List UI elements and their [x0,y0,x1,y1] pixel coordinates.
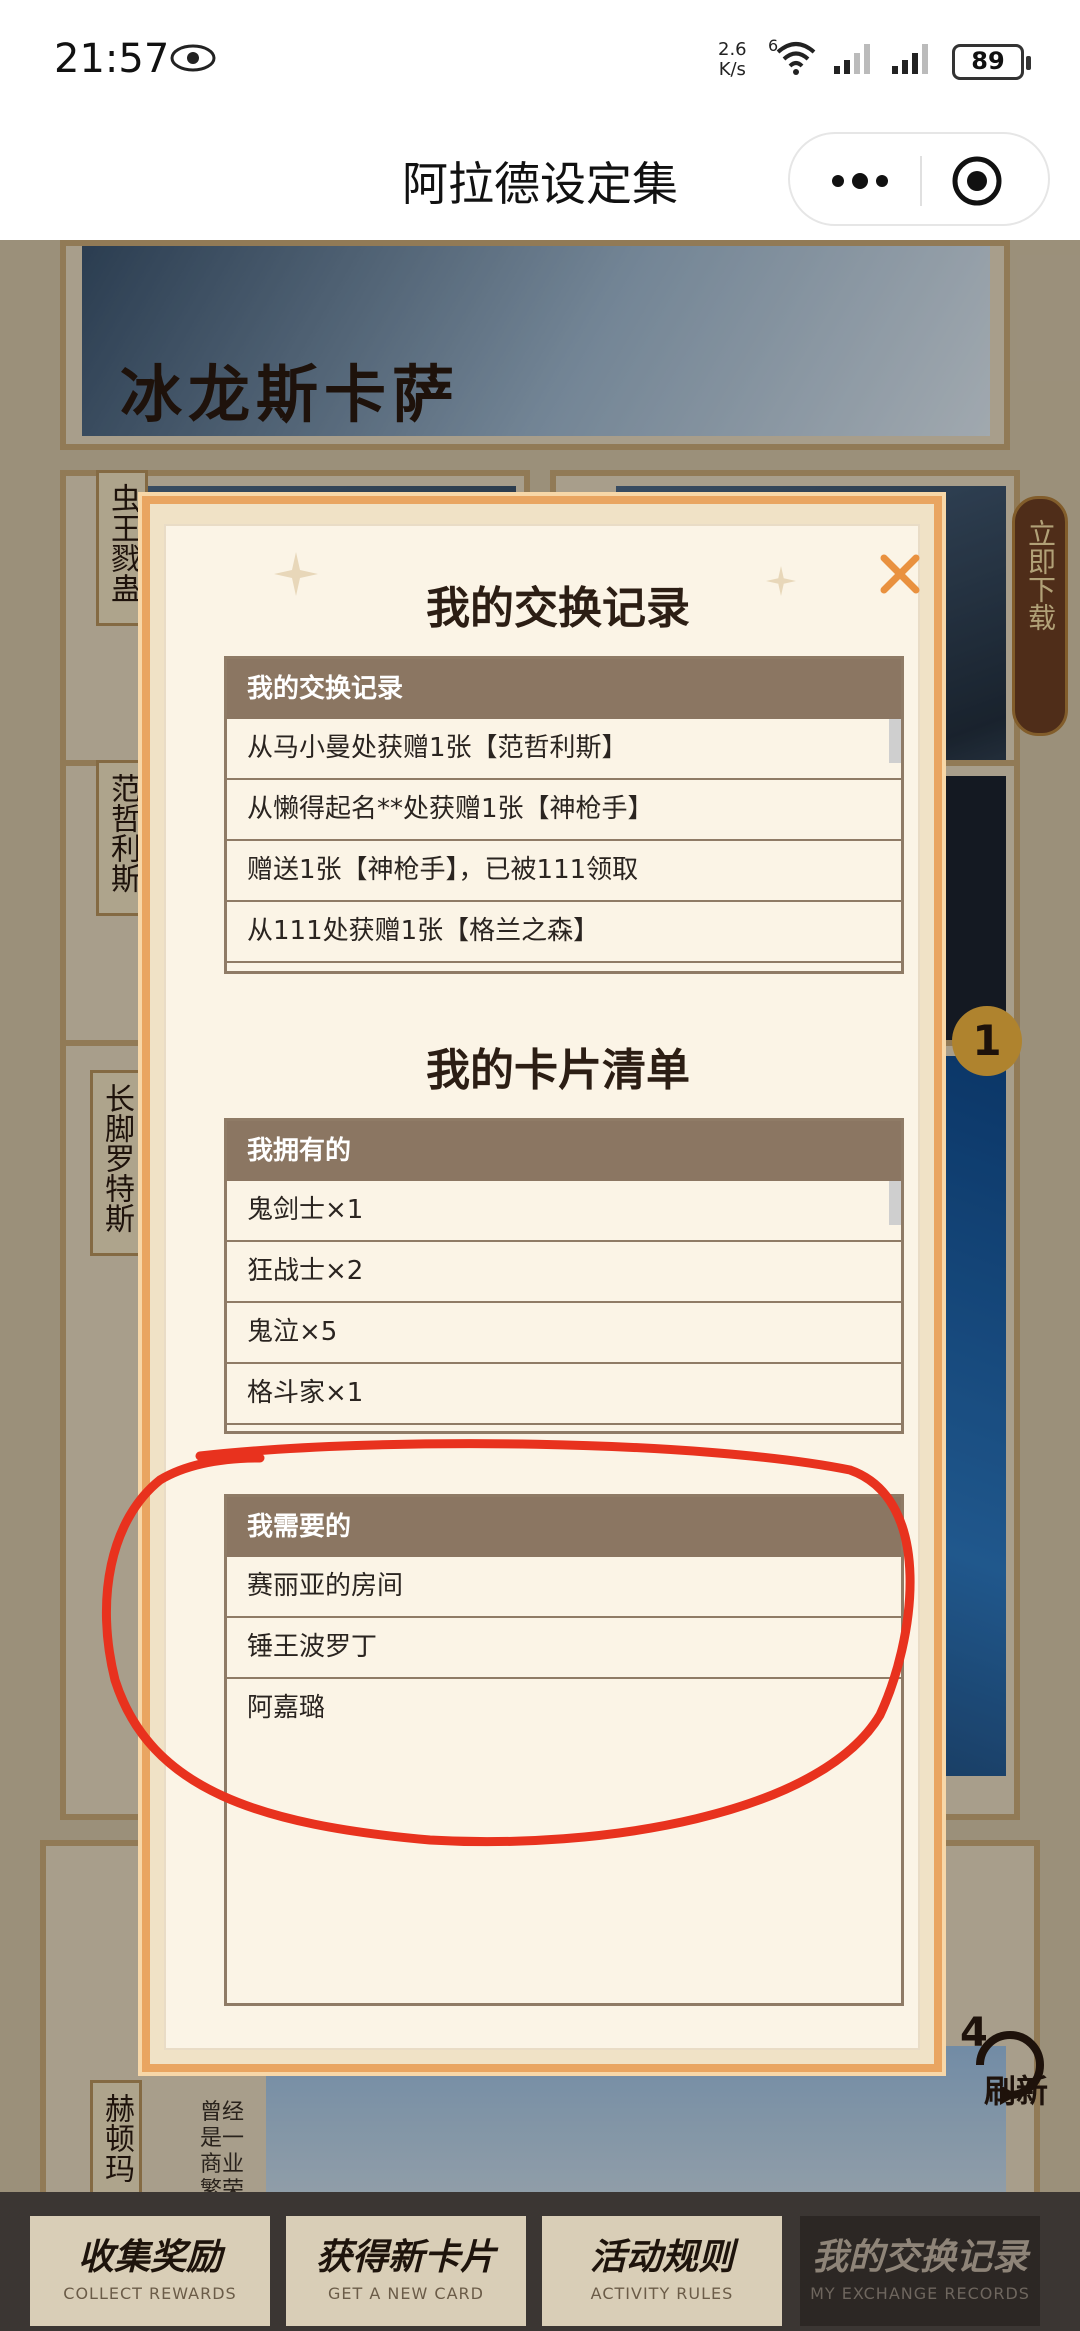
list-item: 从懒得起名**处获赠1张【神枪手】 [227,780,901,841]
nav-bar: 阿拉德设定集 [0,120,1080,240]
tab-label: 收集奖励 [77,2237,222,2278]
needed-cards-panel[interactable]: 我需要的 赛丽亚的房间 锤王波罗丁 阿嘉璐 [224,1494,904,2006]
list-item: 从马小曼处获赠1张【范哲利斯】 [227,719,901,780]
tab-label: 活动规则 [589,2237,734,2278]
tab-collect-rewards[interactable]: 收集奖励 COLLECT REWARDS [30,2216,270,2326]
exchange-records-panel[interactable]: 我的交换记录 从马小曼处获赠1张【范哲利斯】 从懒得起名**处获赠1张【神枪手】… [224,656,904,974]
network-speed-value: 2.6 [718,39,747,60]
capsule-divider [920,156,922,206]
miniprogram-capsule [788,132,1050,226]
network-speed: 2.6 K/s [718,40,747,80]
network-speed-unit: K/s [718,59,746,80]
list-item: 阿嘉璐 [227,1679,901,1740]
tab-sublabel: GET A NEW CARD [328,2284,484,2303]
panel-header: 我拥有的 [227,1121,901,1181]
tab-sublabel: COLLECT REWARDS [63,2284,237,2303]
card-list-title: 我的卡片清单 [426,1045,690,1096]
modal-content: 我的交换记录 我的交换记录 从马小曼处获赠1张【范哲利斯】 从懒得起名**处获赠… [164,524,920,2050]
bottom-tab-bar: 收集奖励 COLLECT REWARDS 获得新卡片 GET A NEW CAR… [0,2192,1080,2331]
signal-icon-2 [892,44,928,74]
clock: 21:57 [54,36,170,82]
battery-indicator: 89 [952,44,1031,80]
owned-cards-panel[interactable]: 我拥有的 鬼剑士×1 狂战士×2 鬼泣×5 格斗家×1 [224,1118,904,1434]
list-item: 狂战士×2 [227,1242,901,1303]
list-item: 锤王波罗丁 [227,1618,901,1679]
list-item: 从111处获赠1张【格兰之森】 [227,902,901,963]
exchange-records-modal: 我的交换记录 我的交换记录 从马小曼处获赠1张【范哲利斯】 从懒得起名**处获赠… [142,496,942,2072]
status-bar: 21:57 2.6 K/s 6 89 [0,0,1080,120]
tab-get-new-card[interactable]: 获得新卡片 GET A NEW CARD [286,2216,526,2326]
list-item: 鬼泣×5 [227,1303,901,1364]
target-circle-icon[interactable] [950,154,1004,208]
wifi-icon [776,42,816,75]
tab-label: 我的交换记录 [811,2237,1028,2278]
list-item: 格斗家×1 [227,1364,901,1425]
tab-activity-rules[interactable]: 活动规则 ACTIVITY RULES [542,2216,782,2326]
tab-sublabel: MY EXCHANGE RECORDS [810,2284,1030,2303]
tab-my-exchange-records[interactable]: 我的交换记录 MY EXCHANGE RECORDS [800,2216,1040,2326]
signal-icon-1 [834,44,870,74]
tab-sublabel: ACTIVITY RULES [590,2284,734,2303]
scrollbar[interactable] [889,1181,901,1225]
panel-header: 我需要的 [227,1497,901,1557]
exchange-records-title: 我的交换记录 [426,583,690,634]
eye-icon [170,44,216,72]
list-item: 赛丽亚的房间 [227,1557,901,1618]
scrollbar[interactable] [889,719,901,763]
more-dots-icon[interactable] [820,158,900,204]
list-item: 赠送1张【神枪手】，已被111领取 [227,841,901,902]
list-item: 鬼剑士×1 [227,1181,901,1242]
tab-label: 获得新卡片 [315,2237,496,2278]
panel-header: 我的交换记录 [227,659,901,719]
